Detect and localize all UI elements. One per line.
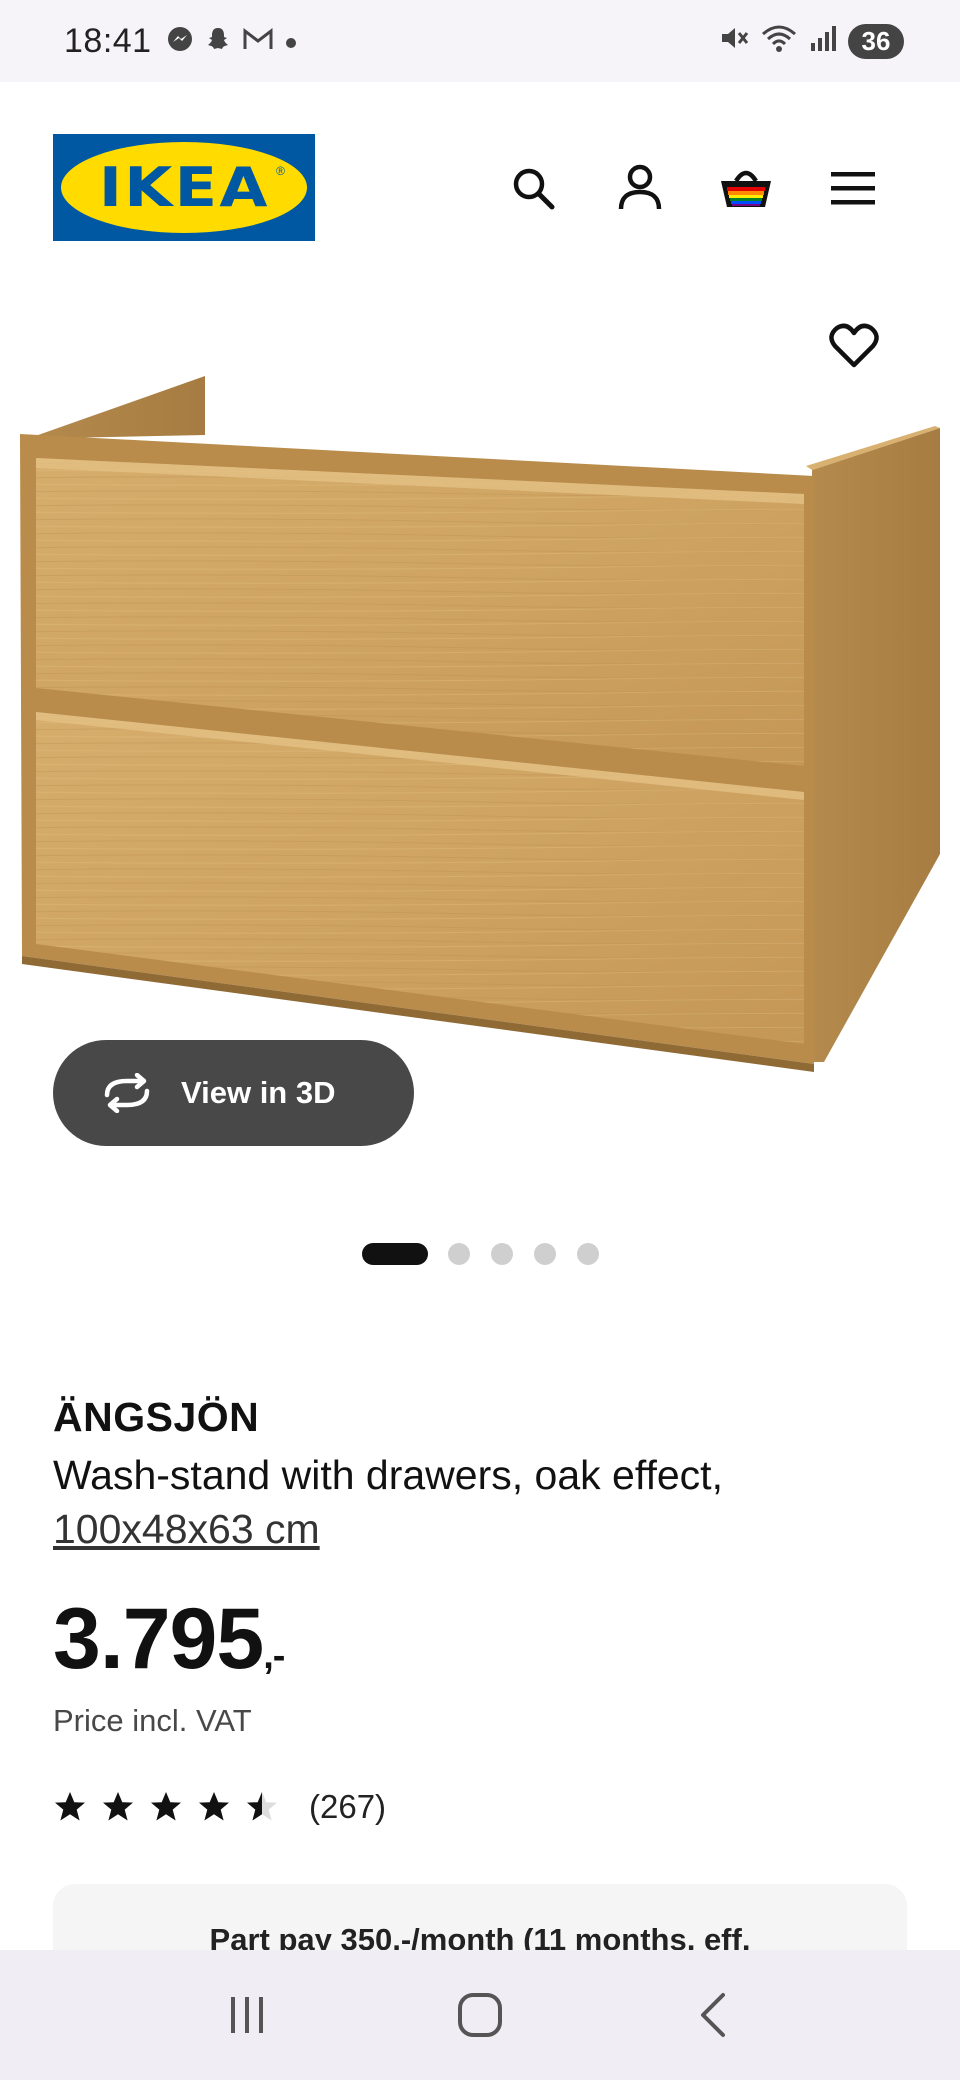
product-description: Wash-stand with drawers, oak effect, 100… xyxy=(53,1448,913,1556)
notification-icons xyxy=(166,25,298,57)
ikea-logo[interactable]: IKEA ® xyxy=(53,134,315,241)
heart-icon xyxy=(829,323,879,368)
system-navigation-bar xyxy=(0,1950,960,2080)
registered-mark: ® xyxy=(276,164,285,178)
product-image[interactable] xyxy=(0,292,960,1112)
star-full-icon xyxy=(55,1792,85,1821)
carousel-dot[interactable] xyxy=(577,1243,599,1265)
rating-row[interactable]: (267) xyxy=(53,1788,386,1826)
logo-oval: IKEA ® xyxy=(61,142,307,233)
view-in-3d-label: View in 3D xyxy=(181,1075,336,1110)
messenger-icon xyxy=(166,25,194,57)
wifi-icon xyxy=(760,23,798,60)
logo-text: IKEA xyxy=(98,156,270,219)
mute-icon xyxy=(718,23,750,60)
view-in-3d-button[interactable]: View in 3D xyxy=(53,1040,414,1146)
basket-icon[interactable] xyxy=(718,160,774,216)
back-icon[interactable] xyxy=(673,1975,753,2055)
product-price: 3.795,- xyxy=(53,1590,285,1689)
carousel-dot[interactable] xyxy=(448,1243,470,1265)
star-full-icon xyxy=(199,1792,229,1821)
gmail-icon xyxy=(242,26,274,56)
battery-indicator: 36 xyxy=(848,23,904,59)
price-suffix: ,- xyxy=(263,1635,285,1677)
dot-icon xyxy=(284,28,298,54)
recents-icon[interactable] xyxy=(207,1975,287,2055)
rotate-3d-icon xyxy=(104,1073,150,1113)
image-carousel-indicator xyxy=(362,1242,620,1266)
status-bar: 18:41 36 xyxy=(0,0,960,82)
carousel-dot-active[interactable] xyxy=(362,1243,428,1265)
product-dimensions-link[interactable]: 100x48x63 cm xyxy=(53,1502,913,1556)
star-full-icon xyxy=(103,1792,133,1821)
account-icon[interactable] xyxy=(612,160,668,216)
search-icon[interactable] xyxy=(505,160,561,216)
home-icon[interactable] xyxy=(440,1975,520,2055)
status-time: 18:41 xyxy=(64,21,152,60)
site-header: IKEA ® xyxy=(0,82,960,292)
product-description-type: Wash-stand with drawers, oak effect, xyxy=(53,1452,723,1498)
carousel-dot[interactable] xyxy=(534,1243,556,1265)
rating-stars xyxy=(53,1790,279,1824)
snapchat-icon xyxy=(204,25,232,57)
star-half-icon xyxy=(247,1792,277,1821)
system-status: 36 xyxy=(718,23,904,60)
product-name: ÄNGSJÖN xyxy=(53,1394,260,1440)
star-full-icon xyxy=(151,1792,181,1821)
price-main: 3.795 xyxy=(53,1591,264,1687)
menu-icon[interactable] xyxy=(825,160,881,216)
signal-icon xyxy=(808,23,838,60)
review-count[interactable]: (267) xyxy=(309,1788,386,1826)
price-note: Price incl. VAT xyxy=(53,1703,252,1738)
carousel-dot[interactable] xyxy=(491,1243,513,1265)
favourite-button[interactable] xyxy=(824,318,884,374)
